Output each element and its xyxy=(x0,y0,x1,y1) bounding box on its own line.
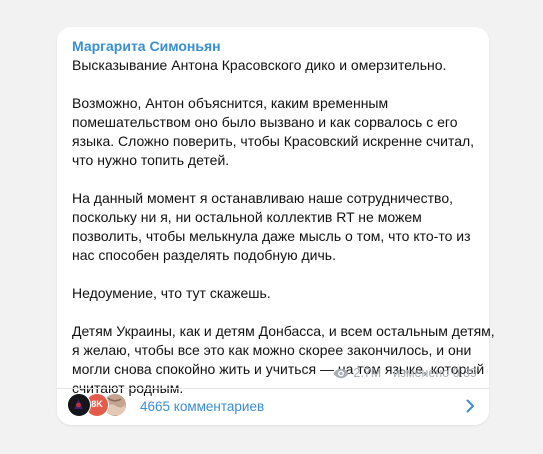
comments-button[interactable]: 8K 4665 комментариев xyxy=(57,389,489,425)
channel-author-name[interactable]: Маргарита Симоньян xyxy=(72,37,221,55)
avatar xyxy=(67,393,91,417)
message-bubble: Маргарита Симоньян Высказывание Антона К… xyxy=(57,27,495,425)
message-line: Возможно, Антон объяснится, каким времен… xyxy=(72,95,389,111)
message-line: позволить, чтобы мелькнула даже мысль о … xyxy=(72,228,471,244)
chevron-right-icon xyxy=(466,399,474,413)
message-line: языка. Сложно поверить, чтобы Красовский… xyxy=(72,133,475,149)
message-line: Детям Украины, как и детям Донбасса, и в… xyxy=(72,323,495,339)
message-line: На данный момент я останавливаю наше сот… xyxy=(72,190,454,206)
message-line: помешательством оно было вызвано и как с… xyxy=(72,114,458,130)
eye-icon xyxy=(334,368,349,378)
comments-count-label: 4665 комментариев xyxy=(140,399,265,414)
edited-timestamp: изменено 0:39 xyxy=(393,366,477,380)
message-text: Высказывание Антона Красовского дико и о… xyxy=(72,56,495,398)
message-line: что нужно топить детей. xyxy=(72,152,230,168)
message-line: поскольку ни я, ни остальной коллектив R… xyxy=(72,209,422,225)
message-meta: 2.7M изменено 0:39 xyxy=(333,365,477,381)
message-line: Недоумение, что тут скажешь. xyxy=(72,285,271,301)
message-line: я желаю, чтобы все это как можно скорее … xyxy=(72,342,472,358)
views-count: 2.7M xyxy=(353,366,382,380)
message-line: Высказывание Антона Красовского дико и о… xyxy=(72,57,447,73)
message-line: нас способен разделять подобную дичь. xyxy=(72,247,336,263)
